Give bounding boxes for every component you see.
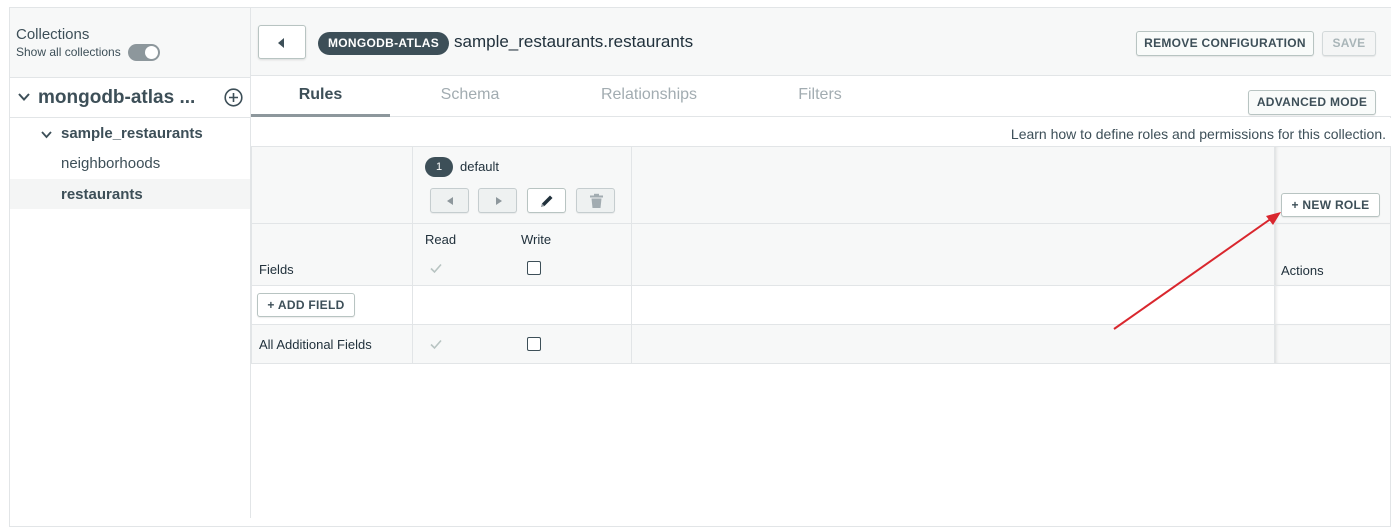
edit-role-button[interactable] <box>527 188 566 213</box>
sidebar-item-label: sample_restaurants <box>61 125 203 142</box>
sidebar-item-neighborhoods[interactable]: neighborhoods <box>10 149 250 179</box>
table-row-spacer <box>631 324 1275 364</box>
fields-column-label: Fields <box>259 262 294 277</box>
table-row-permissions <box>412 324 632 364</box>
roles-help-link[interactable]: Learn how to define roles and permission… <box>1011 126 1386 142</box>
add-field-spacer <box>412 285 632 325</box>
add-field-button[interactable]: + ADD FIELD <box>257 293 355 317</box>
remove-configuration-button[interactable]: REMOVE CONFIGURATION <box>1136 31 1314 56</box>
back-button[interactable] <box>258 25 306 59</box>
app-frame: Collections Show all collections mongodb… <box>9 7 1391 527</box>
role-name: default <box>460 159 500 174</box>
database-row[interactable]: mongodb-atlas ... <box>10 79 250 118</box>
default-write-checkbox[interactable] <box>527 261 541 275</box>
additional-fields-write-checkbox[interactable] <box>527 337 541 351</box>
tab-relationships[interactable]: Relationships <box>575 76 723 117</box>
add-collection-icon[interactable] <box>224 88 243 107</box>
move-role-right-button[interactable] <box>478 188 517 213</box>
table-row: All Additional Fields <box>251 324 413 364</box>
show-all-collections-toggle[interactable] <box>128 44 160 61</box>
tab-bar: Rules Schema Relationships Filters ADVAN… <box>251 76 1391 117</box>
tab-schema[interactable]: Schema <box>411 76 529 117</box>
table-row-actions <box>1274 324 1391 364</box>
caret-right-icon <box>496 197 502 205</box>
actions-header-cell: + NEW ROLE <box>1274 146 1391 224</box>
sidebar-item-label: restaurants <box>61 186 143 203</box>
collection-namespace: sample_restaurants.restaurants <box>454 32 694 51</box>
chevron-down-icon <box>41 131 52 139</box>
rules-panel: MONGODB-ATLAS sample_restaurants.restaur… <box>251 8 1391 518</box>
rules-table: 1 default + NEW ROLE Fields Read Write A… <box>251 146 1391 364</box>
show-all-collections-label: Show all collections <box>16 45 121 59</box>
tab-filters[interactable]: Filters <box>775 76 865 117</box>
pencil-icon <box>541 195 553 207</box>
new-role-button[interactable]: + NEW ROLE <box>1281 193 1380 217</box>
tab-rules[interactable]: Rules <box>251 76 390 117</box>
sidebar-item-restaurants[interactable]: restaurants <box>10 179 250 209</box>
column-header-spacer <box>631 223 1275 286</box>
additional-fields-read-checkbox <box>430 339 442 350</box>
add-field-cell: + ADD FIELD <box>251 285 413 325</box>
role-header-cell: 1 default <box>412 146 632 224</box>
caret-left-icon <box>447 197 453 205</box>
sidebar-item-sample-restaurants[interactable]: sample_restaurants <box>10 119 250 149</box>
read-column-label: Read <box>425 232 457 247</box>
help-row: Learn how to define roles and permission… <box>251 118 1391 146</box>
toggle-knob <box>145 46 158 59</box>
actions-column-label: Actions <box>1281 263 1324 278</box>
collections-sidebar: Collections Show all collections mongodb… <box>10 8 251 518</box>
add-field-spacer-wide <box>631 285 1275 325</box>
cluster-badge: MONGODB-ATLAS <box>318 32 449 55</box>
role-number-badge: 1 <box>425 157 453 177</box>
field-name: All Additional Fields <box>259 337 372 352</box>
permissions-header-cell: Read Write <box>412 223 632 286</box>
move-role-left-button[interactable] <box>430 188 469 213</box>
role-header-spacer <box>631 146 1275 224</box>
fields-header-cell: Fields <box>251 223 413 286</box>
trash-icon <box>590 193 603 208</box>
chevron-down-icon <box>18 93 30 101</box>
write-column-label: Write <box>521 232 552 247</box>
sidebar-header: Collections Show all collections <box>10 8 250 78</box>
advanced-mode-button[interactable]: ADVANCED MODE <box>1248 90 1376 115</box>
default-read-checkbox <box>430 263 442 274</box>
sidebar-item-label: neighborhoods <box>61 155 161 172</box>
collection-header: MONGODB-ATLAS sample_restaurants.restaur… <box>251 8 1391 76</box>
actions-column-cell: Actions <box>1274 223 1391 286</box>
database-name: mongodb-atlas ... <box>38 87 196 108</box>
save-button[interactable]: SAVE <box>1322 31 1376 56</box>
sidebar-title: Collections <box>16 26 90 43</box>
add-field-actions-cell <box>1274 285 1391 325</box>
delete-role-button[interactable] <box>576 188 615 213</box>
caret-left-icon <box>278 38 284 48</box>
table-corner-cell <box>251 146 413 224</box>
